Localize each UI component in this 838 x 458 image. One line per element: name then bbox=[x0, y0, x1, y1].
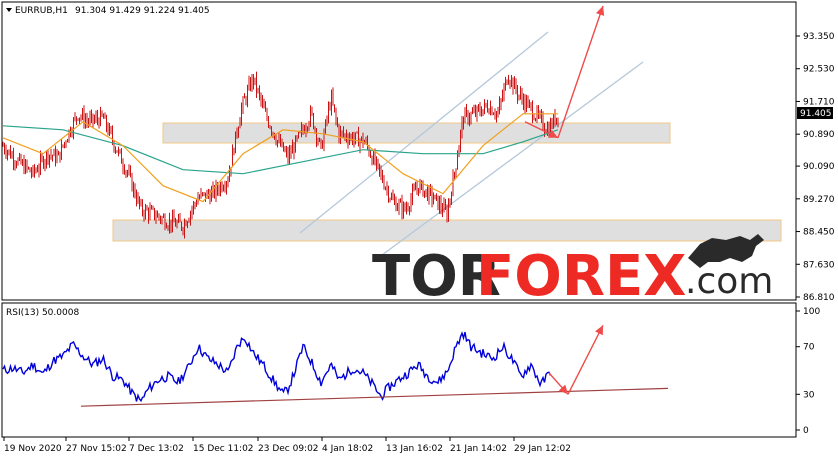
price-axis: 93.350 92.530 91.710 90.890 90.090 89.270 88.4… bbox=[796, 32, 835, 303]
time-tick-label: 21 Jan 14:02 bbox=[450, 444, 507, 454]
time-tick-label: 7 Dec 13:02 bbox=[129, 444, 184, 454]
logo-text-forex: FOREX bbox=[476, 244, 686, 309]
price-tick-label: 90.090 bbox=[803, 162, 835, 172]
rsi-header-label: RSI(13) 50.0008 bbox=[6, 308, 79, 318]
rsi-tick-label: 0 bbox=[803, 426, 809, 436]
torforex-logo: TOR FOREX .com bbox=[372, 234, 773, 309]
price-tick-label: 87.630 bbox=[803, 260, 835, 270]
time-tick-label: 23 Dec 09:02 bbox=[258, 444, 319, 454]
resistance-zone bbox=[162, 122, 671, 144]
price-tick-label: 90.890 bbox=[803, 130, 835, 140]
time-tick-label: 29 Jan 12:02 bbox=[514, 444, 571, 454]
time-tick-label: 4 Jan 18:02 bbox=[322, 444, 373, 454]
rsi-tick-label: 70 bbox=[803, 343, 815, 353]
price-tick-label: 88.450 bbox=[803, 228, 835, 238]
current-price-label: 91.405 bbox=[800, 109, 832, 119]
time-tick-label: 13 Jan 16:02 bbox=[386, 444, 443, 454]
logo-text-com: .com bbox=[685, 261, 773, 302]
time-axis: 19 Nov 2020 27 Nov 15:02 7 Dec 13:02 15 Dec… bbox=[3, 437, 571, 454]
time-tick-label: 15 Dec 11:02 bbox=[193, 444, 254, 454]
time-tick-label: 27 Nov 15:02 bbox=[66, 444, 127, 454]
price-tick-label: 93.350 bbox=[803, 32, 835, 42]
rsi-pane-frame bbox=[1, 302, 797, 438]
time-tick-label: 19 Nov 2020 bbox=[4, 444, 62, 454]
price-tick-label: 89.270 bbox=[803, 195, 835, 205]
rsi-tick-label: 30 bbox=[803, 390, 815, 400]
rsi-tick-label: 100 bbox=[803, 307, 820, 317]
price-tick-label: 91.710 bbox=[803, 97, 835, 107]
chart-symbol-label: EURRUB,H1 bbox=[15, 6, 68, 16]
forex-chart: TOR FOREX .com EURRUB,H1 91.304 91.429 9… bbox=[1, 1, 835, 454]
chart-ohlc-label: 91.304 91.429 91.224 91.405 bbox=[75, 6, 210, 16]
price-tick-label: 92.530 bbox=[803, 65, 835, 75]
rsi-axis: 100 70 30 0 bbox=[796, 307, 820, 436]
support-zone bbox=[112, 219, 782, 242]
price-tick-label: 86.810 bbox=[803, 293, 835, 303]
